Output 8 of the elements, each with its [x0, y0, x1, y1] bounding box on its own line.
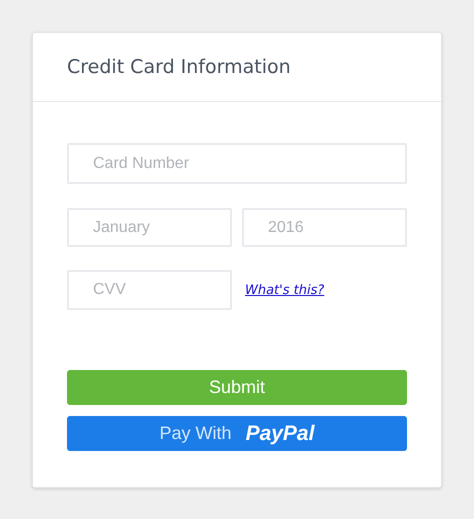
card-number-field[interactable]: Card Number	[67, 143, 407, 184]
month-field[interactable]: January	[67, 208, 232, 247]
paypal-button[interactable]: Pay With PayPal	[67, 416, 407, 451]
card-title: Credit Card Information	[67, 56, 291, 78]
submit-button[interactable]: Submit	[67, 370, 407, 405]
year-field[interactable]: 2016	[242, 208, 407, 247]
whats-this-link[interactable]: What's this?	[245, 283, 324, 298]
cvv-field[interactable]: CVV	[67, 270, 232, 310]
